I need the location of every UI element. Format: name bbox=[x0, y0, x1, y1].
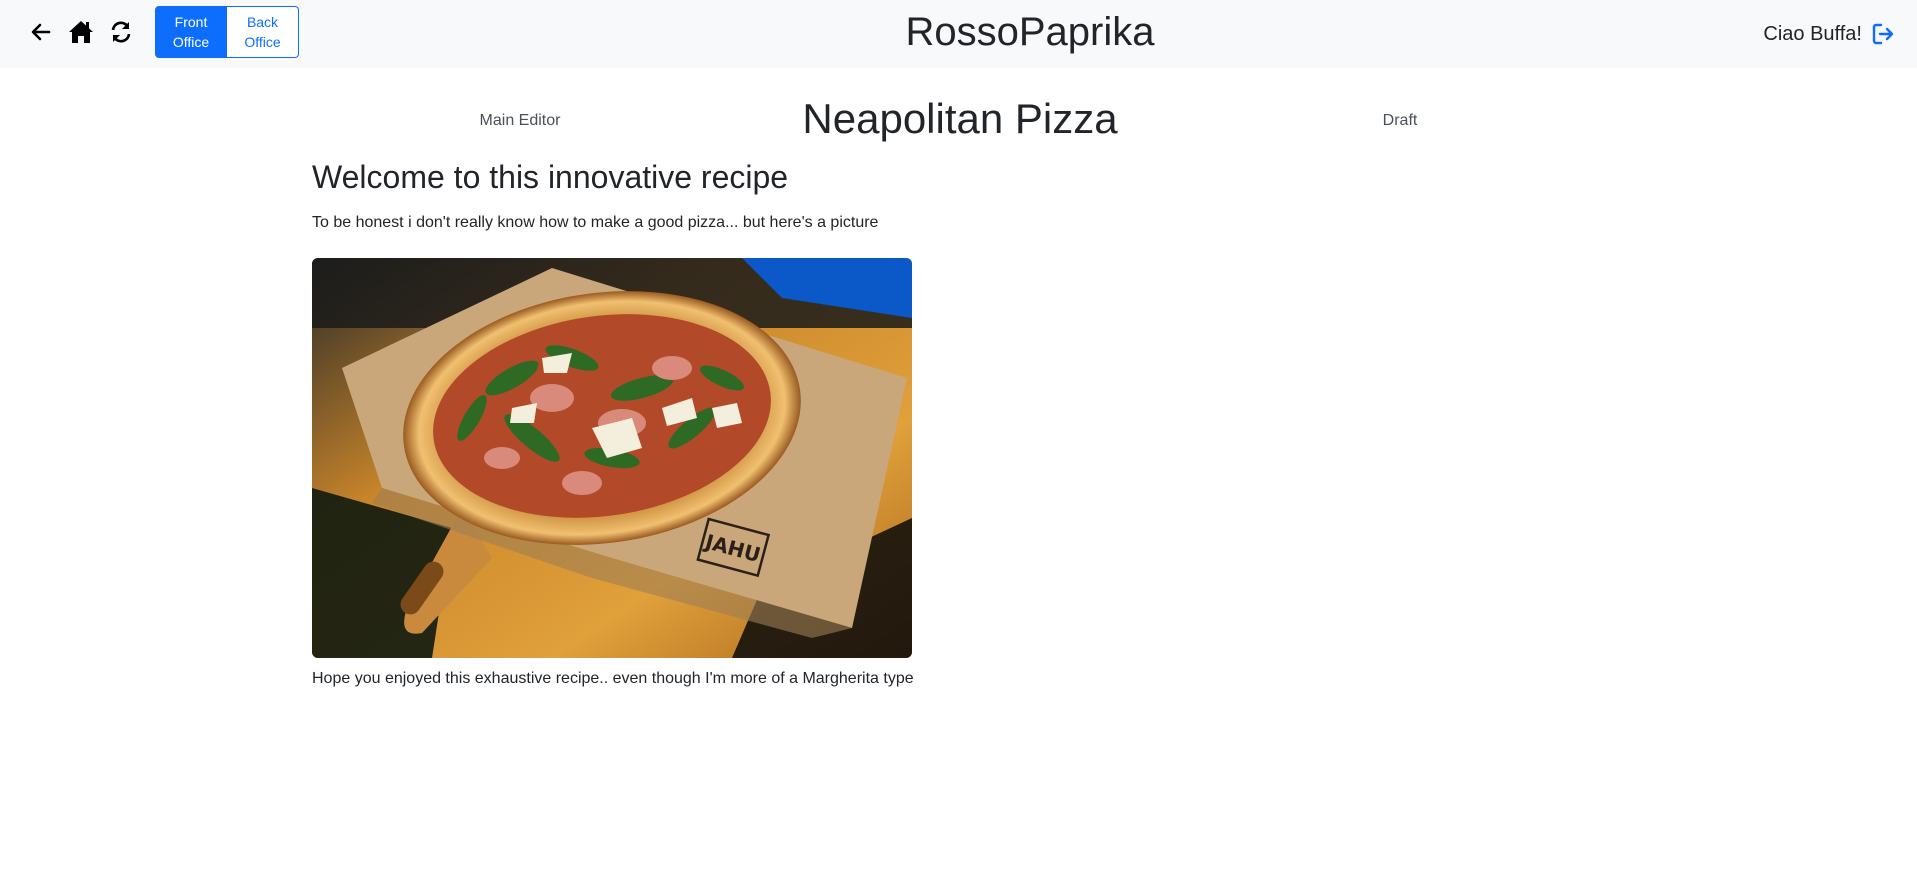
arrow-left-icon[interactable] bbox=[26, 17, 56, 47]
user-greeting: Ciao Buffa! bbox=[1763, 23, 1862, 45]
recipe-image: JAHU bbox=[312, 258, 912, 658]
back-office-button[interactable]: Back Office bbox=[227, 6, 299, 58]
top-navbar: Front Office Back Office RossoPaprika Ci… bbox=[0, 0, 1917, 68]
reload-icon[interactable] bbox=[106, 17, 136, 47]
home-icon[interactable] bbox=[66, 17, 96, 47]
recipe-outro: Hope you enjoyed this exhaustive recipe.… bbox=[312, 670, 914, 687]
recipe-intro: To be honest i don't really know how to … bbox=[312, 214, 879, 231]
pizza-photo: JAHU bbox=[312, 258, 912, 658]
office-toggle-group: Front Office Back Office bbox=[155, 6, 299, 58]
front-office-button[interactable]: Front Office bbox=[155, 6, 227, 58]
status-label: Draft bbox=[1382, 112, 1418, 129]
main-editor-label: Main Editor bbox=[479, 112, 561, 129]
recipe-heading: Welcome to this innovative recipe bbox=[312, 159, 789, 195]
logout-icon[interactable] bbox=[1869, 20, 1897, 48]
recipe-title: Neapolitan Pizza bbox=[802, 95, 1118, 142]
